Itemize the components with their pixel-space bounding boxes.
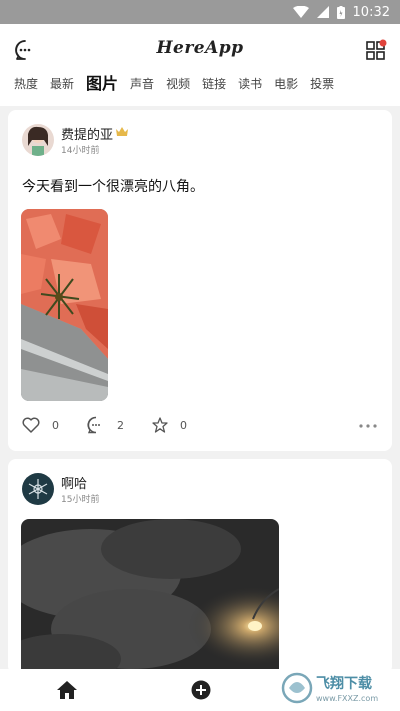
heart-icon bbox=[22, 417, 40, 433]
more-options-icon[interactable] bbox=[359, 424, 377, 428]
post-photo[interactable] bbox=[21, 519, 279, 674]
tab-video[interactable]: 视频 bbox=[166, 74, 190, 94]
app-header: HereApp 热度 最新 图片 声音 视频 链接 读书 电影 投票 bbox=[0, 24, 400, 106]
tab-hot[interactable]: 热度 bbox=[14, 74, 38, 94]
post-time: 15小时前 bbox=[61, 495, 100, 505]
star-count: 0 bbox=[180, 418, 187, 432]
tab-movies[interactable]: 电影 bbox=[274, 74, 298, 94]
avatar[interactable] bbox=[22, 124, 54, 156]
apps-grid-button[interactable] bbox=[364, 38, 388, 62]
post-time: 14小时前 bbox=[61, 146, 100, 156]
status-time: 10:32 bbox=[352, 4, 390, 20]
like-button[interactable]: 0 bbox=[22, 417, 59, 433]
add-post-icon[interactable] bbox=[190, 679, 212, 701]
post-card: 费提的亚 14小时前 今天看到一个很漂亮的八角。 0 2 0 bbox=[8, 110, 392, 451]
post-card: 啊哈 15小时前 bbox=[8, 459, 392, 674]
tab-audio[interactable]: 声音 bbox=[130, 74, 154, 94]
bottom-nav bbox=[0, 669, 400, 711]
star-icon bbox=[152, 417, 168, 433]
crown-icon bbox=[116, 127, 128, 136]
wifi-icon bbox=[292, 6, 309, 18]
grid-icon bbox=[366, 39, 387, 60]
tab-images[interactable]: 图片 bbox=[86, 74, 118, 94]
tab-links[interactable]: 链接 bbox=[202, 74, 226, 94]
signal-icon bbox=[316, 6, 329, 18]
category-tabs: 热度 最新 图片 声音 视频 链接 读书 电影 投票 bbox=[14, 74, 346, 94]
comment-count: 2 bbox=[117, 418, 124, 432]
comment-icon bbox=[87, 416, 100, 434]
home-icon[interactable] bbox=[56, 679, 78, 701]
status-bar: 10:32 bbox=[0, 0, 400, 24]
avatar[interactable] bbox=[22, 473, 54, 505]
comment-button[interactable]: 2 bbox=[87, 416, 124, 434]
app-logo: HereApp bbox=[156, 38, 244, 58]
post-text: 今天看到一个很漂亮的八角。 bbox=[22, 179, 204, 195]
tab-polls[interactable]: 投票 bbox=[310, 74, 334, 94]
post-photo[interactable] bbox=[21, 209, 108, 401]
post-username[interactable]: 费提的亚 bbox=[61, 124, 113, 143]
battery-icon bbox=[336, 5, 345, 19]
favorite-button[interactable]: 0 bbox=[152, 417, 187, 433]
post-username[interactable]: 啊哈 bbox=[61, 473, 87, 492]
tab-latest[interactable]: 最新 bbox=[50, 74, 74, 94]
post-actions: 0 2 0 bbox=[22, 416, 215, 434]
tab-books[interactable]: 读书 bbox=[238, 74, 262, 94]
like-count: 0 bbox=[52, 418, 59, 432]
